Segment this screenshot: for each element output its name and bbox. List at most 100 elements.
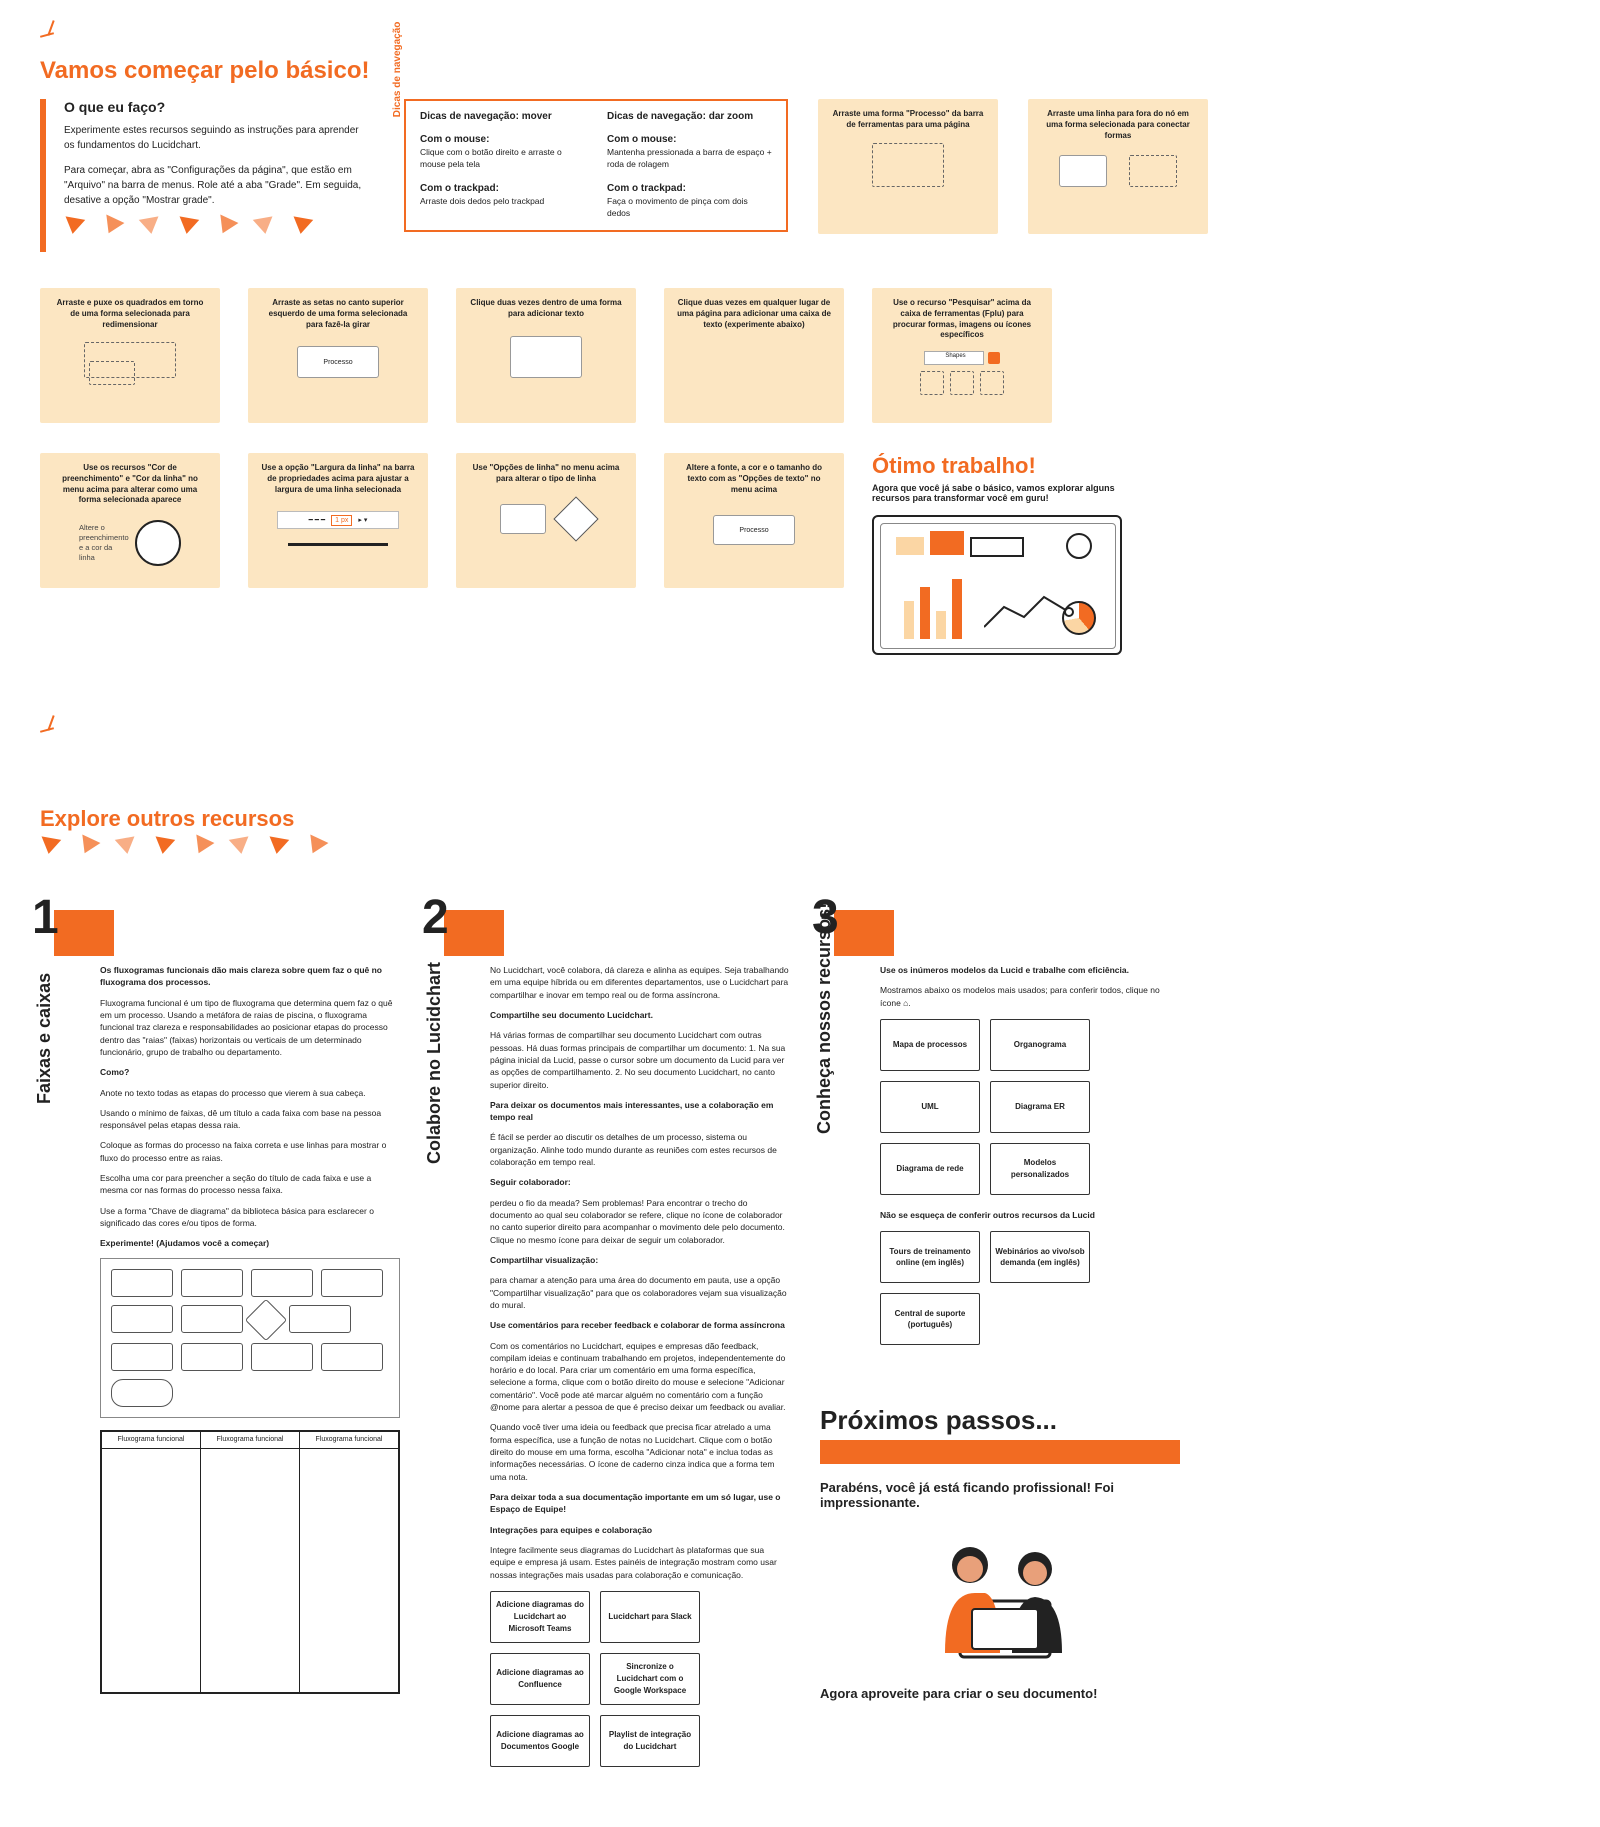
tip-search-text: Use o recurso "Pesquisar" acima da caixa…: [884, 298, 1040, 341]
nav-move-trackpad-body: Arraste dois dedos pelo trackpad: [420, 196, 544, 206]
tile-support[interactable]: Central de suporte (português): [880, 1293, 980, 1345]
nav-move-title: Dicas de navegação: mover: [420, 111, 552, 122]
tip-fill-color-text: Use os recursos "Cor de preenchimento" e…: [52, 463, 208, 506]
tip-text-shape[interactable]: Processo: [713, 515, 795, 545]
nav-zoom-trackpad-body: Faça o movimento de pinça com dois dedos: [607, 196, 748, 218]
col2-rt-p: É fácil se perder ao discutir os detalhe…: [490, 1131, 790, 1168]
tip-line-width: Use a opção "Largura da linha" na barra …: [248, 453, 428, 588]
intro-panel: O que eu faço? Experimente estes recurso…: [40, 99, 364, 252]
intro-p1: Experimente estes recursos seguindo as i…: [64, 123, 364, 153]
tip-text-options: Altere a fonte, a cor e o tamanho do tex…: [664, 453, 844, 588]
col2-vtitle: Colabore no Lucidchart: [424, 962, 445, 1164]
tile-teams[interactable]: Adicione diagramas do Lucidchart ao Micr…: [490, 1591, 590, 1643]
tip-line-options: Use "Opções de linha" no menu acima para…: [456, 453, 636, 588]
tile-google-ws[interactable]: Sincronize o Lucidchart com o Google Wor…: [600, 1653, 700, 1705]
col2-rt-h: Para deixar os documentos mais interessa…: [490, 1100, 773, 1122]
tip-rotate-shape[interactable]: Processo: [297, 346, 379, 378]
tip-dblclick-text-text: Clique duas vezes dentro de uma forma pa…: [468, 298, 624, 320]
col1-how: Como?: [100, 1067, 129, 1077]
tile-network[interactable]: Diagrama de rede: [880, 1143, 980, 1195]
tile-uml[interactable]: UML: [880, 1081, 980, 1133]
triangle-divider-2: [40, 838, 1240, 854]
nav-tips-box: Dicas de navegação Dicas de navegação: m…: [404, 99, 788, 232]
good-job-sub: Agora que você já sabe o básico, vamos e…: [872, 483, 1122, 503]
col2-teamspace: Para deixar toda a sua documentação impo…: [490, 1492, 781, 1514]
tile-orgchart[interactable]: Organograma: [990, 1019, 1090, 1071]
tip-search-field[interactable]: Shapes: [924, 351, 984, 365]
template-tiles: Mapa de processos Organograma UML Diagra…: [880, 1019, 1180, 1195]
col3-more: Não se esqueça de conferir outros recurs…: [880, 1210, 1095, 1220]
tip-text-options-text: Altere a fonte, a cor e o tamanho do tex…: [676, 463, 832, 495]
col2-comments-h: Use comentários para receber feedback e …: [490, 1320, 785, 1330]
tile-er[interactable]: Diagrama ER: [990, 1081, 1090, 1133]
col2-integ-h: Integrações para equipes e colaboração: [490, 1525, 652, 1535]
tile-playlist[interactable]: Playlist de integração do Lucidchart: [600, 1715, 700, 1767]
col1-lead: Os fluxogramas funcionais dão mais clare…: [100, 965, 382, 987]
people-illustration: [820, 1523, 1180, 1673]
line-width-toolbar[interactable]: ━ ━ ━1 px▸ ▾: [277, 511, 399, 529]
resource-tiles: Tours de treinamento online (em inglês) …: [880, 1231, 1180, 1345]
col2-shareview-p: para chamar a atenção para uma área do d…: [490, 1274, 790, 1311]
tile-process-map[interactable]: Mapa de processos: [880, 1019, 980, 1071]
nav-move-mouse: Com o mouse:: [420, 134, 489, 145]
tip-drag-shape: Arraste uma forma "Processo" da barra de…: [818, 99, 998, 234]
tip-rotate-text: Arraste as setas no canto superior esque…: [260, 298, 416, 330]
tile-google-docs[interactable]: Adicione diagramas ao Documentos Google: [490, 1715, 590, 1767]
nav-zoom-title: Dicas de navegação: dar zoom: [607, 111, 753, 122]
triangle-divider: [64, 218, 364, 234]
tile-training[interactable]: Tours de treinamento online (em inglês): [880, 1231, 980, 1283]
nav-move-mouse-body: Clique com o botão direito e arraste o m…: [420, 147, 562, 169]
col2-integ-p: Integre facilmente seus diagramas do Luc…: [490, 1544, 790, 1581]
tip-empty-shape[interactable]: [510, 336, 582, 378]
col2-follow-p: perdeu o fio da meada? Sem problemas! Pa…: [490, 1197, 790, 1246]
column-resources: 3 Conheça nossos recursos! Use os inúmer…: [820, 904, 1180, 1714]
good-job-title: Ótimo trabalho!: [872, 453, 1122, 479]
tile-webinars[interactable]: Webinários ao vivo/sob demanda (em inglê…: [990, 1231, 1090, 1283]
tip-line-options-text: Use "Opções de linha" no menu acima para…: [468, 463, 624, 485]
next-p2: Agora aproveite para criar o seu documen…: [820, 1686, 1180, 1701]
number-3: 3: [812, 890, 839, 945]
tip-dblclick-text: Clique duas vezes dentro de uma forma pa…: [456, 288, 636, 423]
col2-share-h: Compartilhe seu documento Lucidchart.: [490, 1010, 653, 1020]
burst-icon-2: [40, 715, 68, 743]
col2-shareview-h: Compartilhar visualização:: [490, 1255, 598, 1265]
number-2: 2: [422, 890, 449, 945]
tip-search: Use o recurso "Pesquisar" acima da caixa…: [872, 288, 1052, 423]
tip-drag-line: Arraste uma linha para fora do nó em uma…: [1028, 99, 1208, 234]
tile-custom[interactable]: Modelos personalizados: [990, 1143, 1090, 1195]
next-steps: Próximos passos... Parabéns, você já est…: [820, 1405, 1180, 1701]
good-job-illustration: [872, 515, 1122, 655]
col2-share-p: Há várias formas de compartilhar seu doc…: [490, 1029, 790, 1091]
lane-head-1: Fluxograma funcional: [102, 1432, 200, 1449]
col2-comments-p: Com os comentários no Lucidchart, equipe…: [490, 1340, 790, 1414]
number-1: 1: [32, 890, 59, 945]
nav-zoom-mouse-body: Mantenha pressionada a barra de espaço +…: [607, 147, 772, 169]
tile-confluence[interactable]: Adicione diagramas ao Confluence: [490, 1653, 590, 1705]
swimlane-template[interactable]: Fluxograma funcional Fluxograma funciona…: [100, 1430, 400, 1694]
nav-zoom-trackpad: Com o trackpad:: [607, 183, 686, 194]
col3-sub: Mostramos abaixo os modelos mais usados;…: [880, 984, 1180, 1009]
col1-p3: Usando o mínimo de faixas, dê um título …: [100, 1107, 400, 1132]
page-title: Vamos começar pelo básico!: [40, 57, 1240, 85]
next-steps-title: Próximos passos...: [820, 1405, 1180, 1436]
tip-resize: Arraste e puxe os quadrados em torno de …: [40, 288, 220, 423]
col3-lead: Use os inúmeros modelos da Lucid e traba…: [880, 965, 1129, 975]
tip-fill-color: Use os recursos "Cor de preenchimento" e…: [40, 453, 220, 588]
tip-drag-shape-text: Arraste uma forma "Processo" da barra de…: [830, 109, 986, 131]
tip-resize-text: Arraste e puxe os quadrados em torno de …: [52, 298, 208, 330]
search-icon[interactable]: [988, 352, 1000, 364]
intro-heading: O que eu faço?: [64, 99, 364, 115]
col1-p5: Escolha uma cor para preencher a seção d…: [100, 1172, 400, 1197]
col2-notes-p: Quando você tiver uma ideia ou feedback …: [490, 1421, 790, 1483]
col1-p2: Anote no texto todas as etapas do proces…: [100, 1087, 400, 1099]
tile-slack[interactable]: Lucidchart para Slack: [600, 1591, 700, 1643]
sample-flow: [100, 1258, 400, 1418]
integration-tiles: Adicione diagramas do Lucidchart ao Micr…: [490, 1591, 790, 1767]
tip-textbox: Clique duas vezes em qualquer lugar de u…: [664, 288, 844, 423]
column-swimlanes: 1 Faixas e caixas Os fluxogramas funcion…: [40, 904, 400, 1694]
intro-p2: Para começar, abra as "Configurações da …: [64, 163, 364, 208]
col1-p6: Use a forma "Chave de diagrama" da bibli…: [100, 1205, 400, 1230]
column-collaborate: 2 Colabore no Lucidchart No Lucidchart, …: [430, 904, 790, 1767]
nav-zoom-mouse: Com o mouse:: [607, 134, 676, 145]
circle-shape[interactable]: [135, 520, 181, 566]
